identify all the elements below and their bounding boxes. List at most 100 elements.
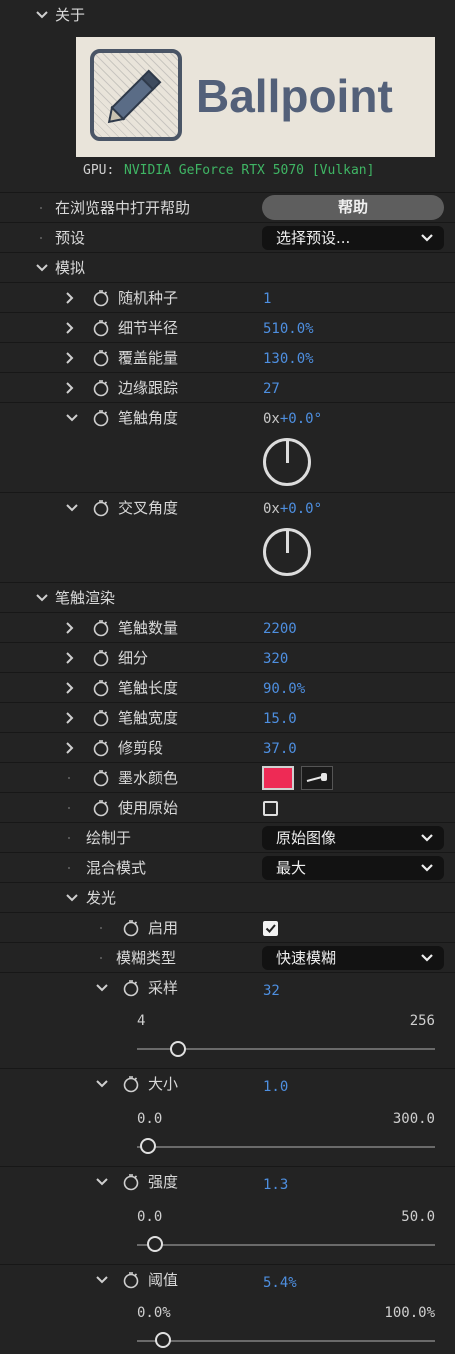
chevron-down-icon — [420, 231, 434, 249]
trim-segments-value[interactable]: 37.0 — [263, 734, 297, 764]
param-detail-radius: 细节半径 510.0% — [0, 312, 455, 342]
chevron-right-icon[interactable] — [63, 613, 77, 643]
chevron-right-icon[interactable] — [63, 733, 77, 763]
chevron-right-icon[interactable] — [63, 283, 77, 313]
stroke-angle-value[interactable]: 0x+0.0° — [263, 404, 322, 434]
about-header[interactable]: 关于 — [0, 0, 455, 30]
chevron-right-icon[interactable] — [63, 373, 77, 403]
stopwatch-icon[interactable] — [91, 283, 111, 313]
chevron-down-icon[interactable] — [65, 883, 79, 913]
stopwatch-icon[interactable] — [91, 403, 111, 433]
draw-on-dropdown[interactable]: 原始图像 — [262, 826, 444, 850]
stopwatch-icon[interactable] — [121, 913, 141, 943]
blur-type-dropdown[interactable]: 快速模糊 — [262, 946, 444, 970]
chevron-down-icon[interactable] — [35, 0, 49, 30]
stroke-angle-dial[interactable] — [263, 438, 311, 486]
color-swatch[interactable] — [262, 766, 294, 790]
edge-tracking-value[interactable]: 27 — [263, 374, 280, 404]
checkmark-icon — [265, 924, 276, 933]
chevron-down-icon[interactable] — [95, 973, 109, 1003]
detail-radius-label: 细节半径 — [118, 319, 179, 337]
stroke-length-value[interactable]: 90.0% — [263, 674, 305, 704]
stopwatch-icon[interactable] — [91, 613, 111, 643]
stopwatch-icon[interactable] — [91, 793, 111, 823]
simulate-header[interactable]: 模拟 — [0, 252, 455, 282]
random-seed-value[interactable]: 1 — [263, 284, 271, 314]
glow-enable-checkbox[interactable] — [263, 921, 278, 936]
stopwatch-icon[interactable] — [121, 1265, 141, 1295]
eyedropper-icon[interactable] — [301, 766, 333, 790]
stroke-render-header[interactable]: 笔触渲染 — [0, 582, 455, 612]
chevron-down-icon[interactable] — [65, 493, 79, 523]
stopwatch-icon[interactable] — [91, 493, 111, 523]
edge-tracking-label: 边缘跟踪 — [118, 379, 179, 397]
bullet-dot — [68, 867, 70, 869]
about-label: 关于 — [55, 6, 86, 24]
chevron-down-icon[interactable] — [35, 583, 49, 613]
chevron-right-icon[interactable] — [63, 343, 77, 373]
stopwatch-icon[interactable] — [91, 313, 111, 343]
subdivide-value[interactable]: 320 — [263, 644, 288, 674]
chevron-right-icon[interactable] — [63, 643, 77, 673]
chevron-down-icon[interactable] — [95, 1069, 109, 1099]
slider-track[interactable] — [137, 1146, 435, 1148]
chevron-right-icon[interactable] — [63, 673, 77, 703]
glow-header[interactable]: 发光 — [0, 882, 455, 912]
param-stroke-count: 笔触数量 2200 — [0, 612, 455, 642]
stopwatch-icon[interactable] — [91, 373, 111, 403]
blur-type-value: 快速模糊 — [276, 949, 337, 967]
stopwatch-icon[interactable] — [121, 973, 141, 1003]
slider-thumb[interactable] — [147, 1236, 164, 1252]
plugin-logo: Ballpoint — [76, 37, 435, 157]
stopwatch-icon[interactable] — [91, 643, 111, 673]
chevron-down-icon[interactable] — [65, 403, 79, 433]
cross-angle-dial[interactable] — [263, 528, 311, 576]
stroke-count-label: 笔触数量 — [118, 619, 179, 637]
param-blend-mode: 混合模式 最大 — [0, 852, 455, 882]
slider-track[interactable] — [137, 1244, 435, 1246]
chevron-down-icon[interactable] — [35, 253, 49, 283]
slider-thumb[interactable] — [154, 1332, 171, 1348]
simulate-label: 模拟 — [55, 259, 86, 277]
use-original-checkbox[interactable] — [263, 801, 278, 816]
bullet-dot — [100, 957, 102, 959]
help-button[interactable]: 帮助 — [262, 195, 444, 220]
param-threshold: 阈值 5.4% 0.0% 100.0% — [0, 1264, 455, 1354]
pen-icon — [90, 49, 182, 141]
slider-min: 4 — [137, 1013, 146, 1029]
trim-segments-label: 修剪段 — [118, 739, 164, 757]
chevron-down-icon — [420, 831, 434, 849]
degrees-value: +0.0° — [279, 501, 323, 517]
stopwatch-icon[interactable] — [91, 763, 111, 793]
stopwatch-icon[interactable] — [121, 1069, 141, 1099]
stopwatch-icon[interactable] — [91, 703, 111, 733]
coverage-energy-label: 覆盖能量 — [118, 349, 179, 367]
stopwatch-icon[interactable] — [91, 673, 111, 703]
chevron-right-icon[interactable] — [63, 703, 77, 733]
samples-value[interactable]: 32 — [263, 976, 280, 1006]
stopwatch-icon[interactable] — [121, 1167, 141, 1197]
size-value[interactable]: 1.0 — [263, 1072, 288, 1102]
help-row: 在浏览器中打开帮助 帮助 — [0, 192, 455, 222]
threshold-value[interactable]: 5.4% — [263, 1268, 297, 1298]
gpu-prefix: GPU: — [83, 163, 115, 178]
stroke-width-value[interactable]: 15.0 — [263, 704, 297, 734]
slider-thumb[interactable] — [140, 1138, 156, 1154]
cross-angle-value[interactable]: 0x+0.0° — [263, 494, 322, 524]
slider-thumb[interactable] — [170, 1041, 187, 1057]
chevron-down-icon[interactable] — [95, 1265, 109, 1295]
chevron-down-icon — [420, 951, 434, 969]
chevron-down-icon[interactable] — [95, 1167, 109, 1197]
slider-track[interactable] — [137, 1340, 435, 1342]
revolutions-prefix: 0x — [263, 411, 280, 427]
detail-radius-value[interactable]: 510.0% — [263, 314, 314, 344]
stopwatch-icon[interactable] — [91, 733, 111, 763]
preset-dropdown[interactable]: 选择预设... — [262, 226, 444, 250]
chevron-right-icon[interactable] — [63, 313, 77, 343]
intensity-value[interactable]: 1.3 — [263, 1170, 288, 1200]
coverage-energy-value[interactable]: 130.0% — [263, 344, 314, 374]
stopwatch-icon[interactable] — [91, 343, 111, 373]
stroke-count-value[interactable]: 2200 — [263, 614, 297, 644]
slider-max: 300.0 — [392, 1111, 435, 1127]
blend-mode-dropdown[interactable]: 最大 — [262, 856, 444, 880]
